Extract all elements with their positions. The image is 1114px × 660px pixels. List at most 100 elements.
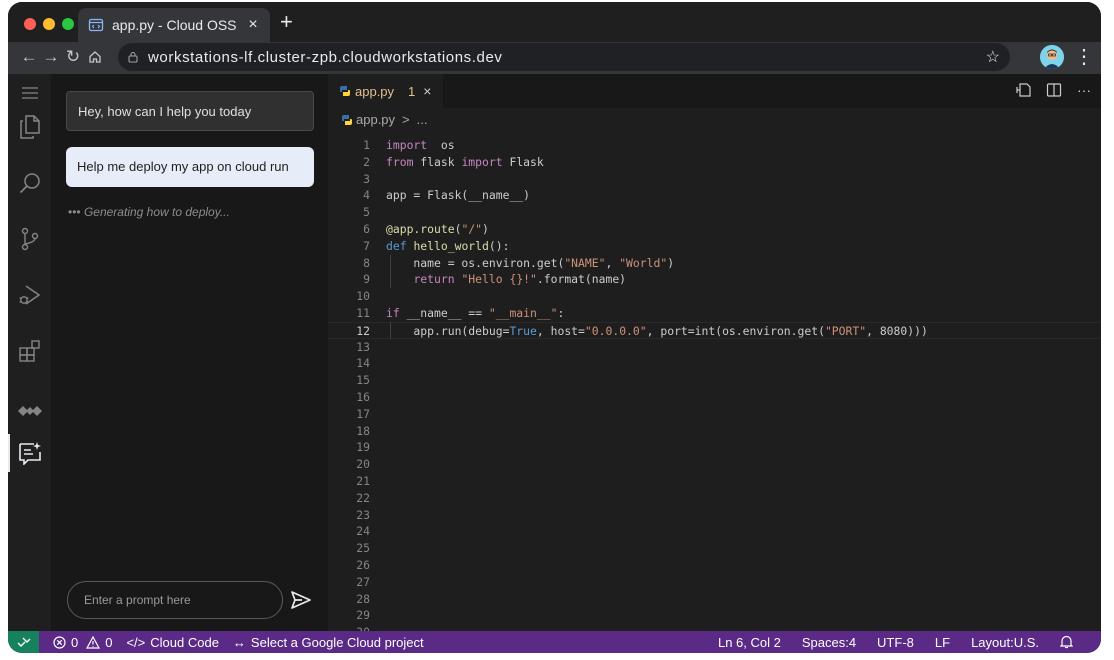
- code-brackets-icon: </>: [126, 634, 146, 650]
- maximize-window-button[interactable]: [62, 18, 74, 30]
- code-line[interactable]: 6 @app.route("/"): [328, 221, 1101, 238]
- code-text: def hello_world():: [386, 238, 510, 253]
- code-line[interactable]: 1 import os: [328, 137, 1101, 154]
- code-line[interactable]: 3: [328, 171, 1101, 188]
- code-line[interactable]: 24: [328, 523, 1101, 540]
- code-line[interactable]: 15: [328, 372, 1101, 389]
- close-editor-tab-icon[interactable]: ×: [423, 83, 431, 99]
- code-line[interactable]: 17: [328, 406, 1101, 423]
- cloud-code-icon[interactable]: [17, 398, 43, 424]
- code-line[interactable]: 14: [328, 355, 1101, 372]
- new-tab-button[interactable]: +: [280, 10, 293, 34]
- line-number: 9: [363, 272, 370, 287]
- menu-icon[interactable]: [17, 80, 43, 106]
- code-line[interactable]: 10: [328, 288, 1101, 305]
- forward-arrow-icon[interactable]: →: [40, 46, 62, 68]
- code-line[interactable]: 11 if __name__ == "__main__":: [328, 305, 1101, 322]
- code-area[interactable]: 1 import os 2 from flask import Flask 3 4 app …: [328, 137, 1101, 641]
- chat-assistant-icon[interactable]: [8, 434, 43, 472]
- browser-menu-icon[interactable]: ⋮: [1074, 45, 1094, 69]
- line-number: 16: [356, 389, 370, 404]
- code-line[interactable]: 8 name = os.environ.get("NAME", "World"): [328, 255, 1101, 272]
- prompt-input[interactable]: Enter a prompt here: [67, 581, 283, 619]
- remote-indicator[interactable]: [8, 631, 39, 653]
- code-text: app = Flask(__name__): [386, 188, 531, 203]
- code-line[interactable]: 25: [328, 540, 1101, 557]
- source-control-icon[interactable]: [17, 226, 43, 252]
- url-field[interactable]: workstations-lf.cluster-zpb.cloudworksta…: [118, 43, 1010, 71]
- code-line[interactable]: 7 def hello_world():: [328, 238, 1101, 255]
- send-icon[interactable]: [289, 588, 313, 612]
- reload-icon[interactable]: ↻: [62, 46, 84, 68]
- file-encoding[interactable]: UTF-8: [877, 635, 914, 650]
- more-actions-icon[interactable]: ···: [1075, 80, 1093, 100]
- indent-guide: [390, 321, 391, 339]
- profile-avatar[interactable]: [1040, 45, 1064, 69]
- line-number: 13: [356, 339, 370, 354]
- code-text: if __name__ == "__main__":: [386, 305, 565, 320]
- browser-tab[interactable]: app.py - Cloud OSS ×: [78, 8, 270, 42]
- run-debug-icon[interactable]: [17, 282, 43, 308]
- python-file-icon: [342, 114, 352, 125]
- generating-status-text: Generating how to deploy...: [83, 205, 230, 219]
- end-of-line[interactable]: LF: [935, 635, 950, 650]
- status-bar-right: Ln 6, Col 2 Spaces:4 UTF-8 LF Layout:U.S…: [718, 631, 1101, 653]
- activity-bar: [8, 74, 51, 631]
- extensions-icon[interactable]: [17, 338, 43, 364]
- bookmark-star-icon[interactable]: ☆: [986, 47, 1000, 67]
- code-line[interactable]: 29: [328, 607, 1101, 624]
- code-line[interactable]: 22: [328, 490, 1101, 507]
- code-line[interactable]: 18: [328, 423, 1101, 440]
- cursor-position[interactable]: Ln 6, Col 2: [718, 635, 781, 650]
- problems-indicator[interactable]: 0 0: [53, 635, 112, 650]
- code-line[interactable]: 9 return "Hello {}!".format(name): [328, 271, 1101, 288]
- close-window-button[interactable]: [24, 18, 36, 30]
- home-icon[interactable]: [84, 46, 106, 70]
- line-number: 25: [356, 541, 370, 556]
- line-number: 18: [356, 423, 370, 438]
- code-editor: app.py 1 × ··· app.py > ... 1 import os …: [328, 74, 1101, 639]
- notifications-bell-icon[interactable]: [1060, 635, 1073, 649]
- cloud-code-status[interactable]: </> Cloud Code: [126, 635, 218, 650]
- line-number: 6: [363, 221, 370, 236]
- minimize-window-button[interactable]: [43, 18, 55, 30]
- lock-icon: [128, 51, 140, 63]
- breadcrumb-symbol[interactable]: ...: [417, 112, 428, 127]
- loading-dots-icon: •••: [68, 205, 81, 219]
- code-line[interactable]: 27: [328, 574, 1101, 591]
- project-selector[interactable]: ↔ Select a Google Cloud project: [233, 635, 424, 650]
- code-line[interactable]: 19: [328, 439, 1101, 456]
- line-number: 7: [363, 238, 370, 253]
- line-number: 2: [363, 154, 370, 169]
- code-line[interactable]: 5: [328, 204, 1101, 221]
- generating-status: ••• Generating how to deploy...: [68, 205, 230, 219]
- explorer-icon[interactable]: [17, 114, 43, 140]
- line-number: 23: [356, 507, 370, 522]
- code-line[interactable]: 12 app.run(debug=True, host="0.0.0.0", p…: [328, 321, 1101, 339]
- open-changes-icon[interactable]: [1015, 80, 1033, 100]
- code-line[interactable]: 21: [328, 473, 1101, 490]
- line-number: 10: [356, 289, 370, 304]
- code-line[interactable]: 20: [328, 456, 1101, 473]
- indentation[interactable]: Spaces:4: [802, 635, 856, 650]
- code-line[interactable]: 26: [328, 557, 1101, 574]
- code-line[interactable]: 2 from flask import Flask: [328, 154, 1101, 171]
- line-number: 8: [363, 255, 370, 270]
- line-number: 22: [356, 490, 370, 505]
- keyboard-layout[interactable]: Layout:U.S.: [971, 635, 1039, 650]
- split-editor-icon[interactable]: [1045, 80, 1063, 100]
- breadcrumb-file[interactable]: app.py: [356, 112, 395, 127]
- code-line[interactable]: 4 app = Flask(__name__): [328, 187, 1101, 204]
- close-tab-icon[interactable]: ×: [242, 16, 264, 34]
- search-icon[interactable]: [17, 170, 43, 196]
- line-number: 20: [356, 457, 370, 472]
- code-line[interactable]: 23: [328, 507, 1101, 524]
- code-line[interactable]: 16: [328, 389, 1101, 406]
- error-icon: [53, 635, 66, 649]
- warning-count: 0: [105, 634, 113, 650]
- back-arrow-icon[interactable]: ←: [18, 46, 40, 68]
- code-line[interactable]: 28: [328, 591, 1101, 608]
- code-line[interactable]: 13: [328, 339, 1101, 356]
- browser-tab-strip: app.py - Cloud OSS × +: [8, 2, 1101, 42]
- editor-tab-app-py[interactable]: app.py 1 ×: [328, 74, 443, 108]
